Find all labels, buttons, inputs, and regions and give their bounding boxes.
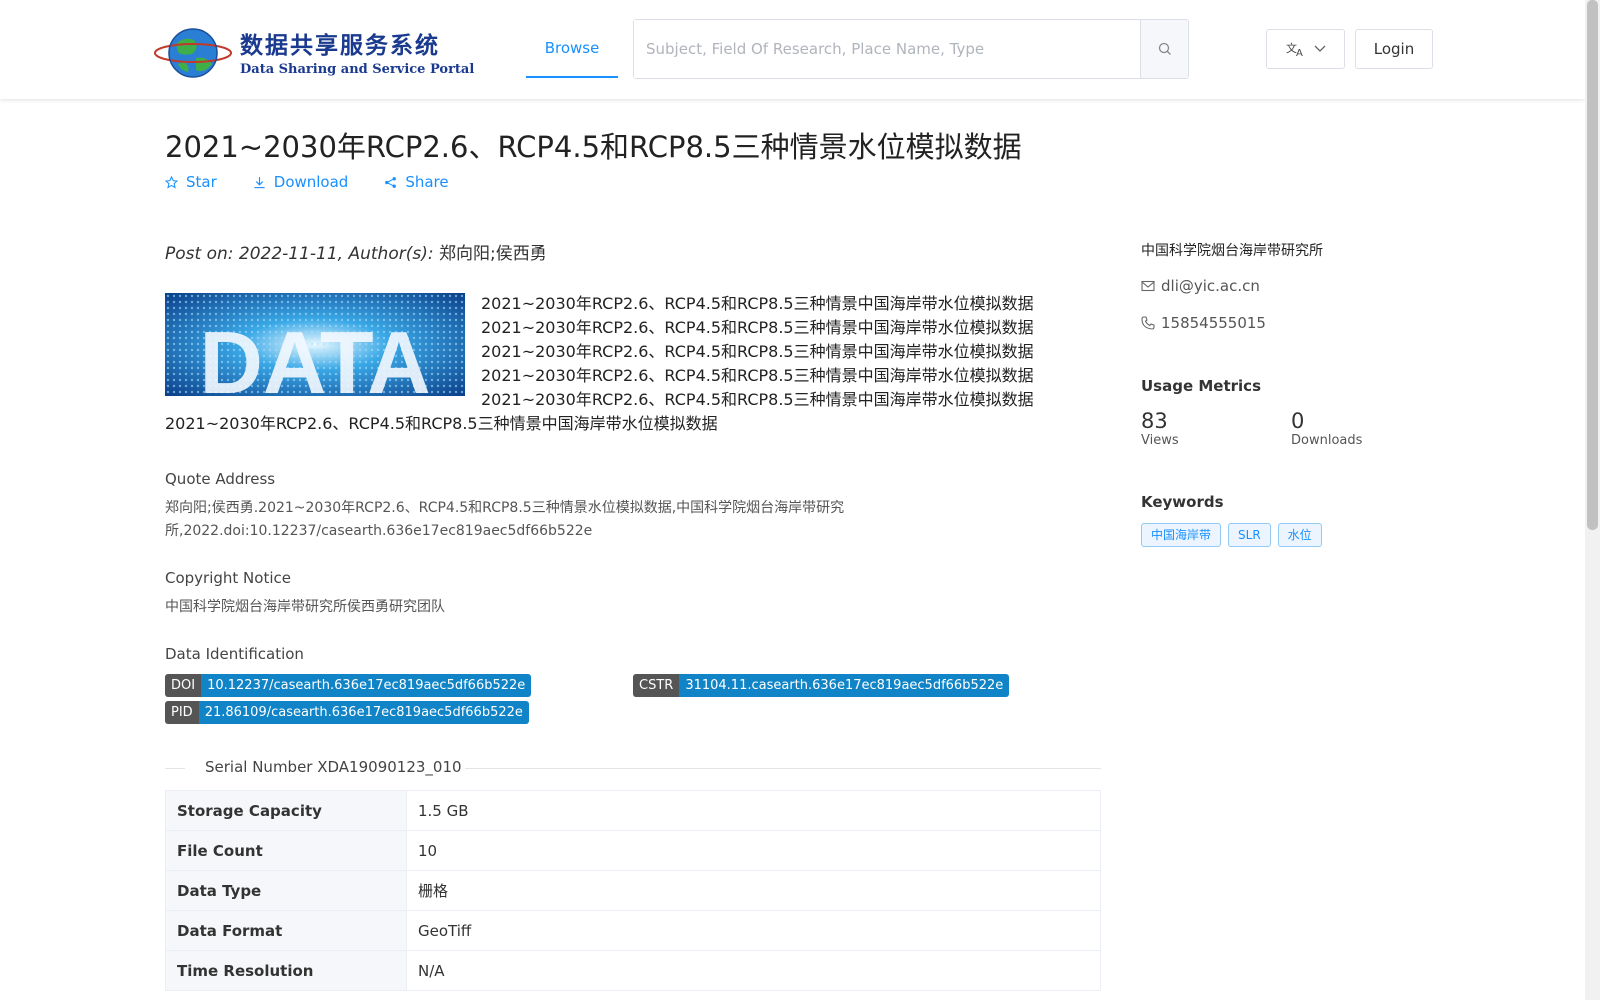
keywords-title: Keywords — [1141, 493, 1224, 511]
search-icon — [1158, 42, 1171, 55]
post-date: Post on: 2022-11-11, Author(s): — [165, 244, 439, 264]
dataset-actions: Star Download Share — [165, 173, 449, 191]
star-label: Star — [186, 173, 217, 191]
copyright-text: 中国科学院烟台海岸带研究所侯西勇研究团队 — [165, 599, 445, 615]
nav-browse-tab[interactable]: Browse — [526, 0, 618, 78]
sidebar: 中国科学院烟台海岸带研究所 dli@yic.ac.cn 15854555015 … — [1141, 240, 1441, 547]
top-header: 数据共享服务系统 Data Sharing and Service Portal… — [0, 0, 1585, 99]
search-button[interactable] — [1140, 20, 1188, 78]
quote-address-label: Quote Address — [165, 470, 276, 488]
spec-value: 1.5 GB — [406, 790, 1101, 831]
search-input[interactable] — [634, 20, 1140, 78]
doi-key: DOI — [165, 674, 202, 697]
serial-number: Serial Number XDA19090123_010 — [205, 758, 462, 776]
keyword-list: 中国海岸带 SLR 水位 — [1141, 523, 1441, 547]
page-title: 2021~2030年RCP2.6、RCP4.5和RCP8.5三种情景水位模拟数据 — [165, 130, 1022, 164]
login-button[interactable]: Login — [1355, 29, 1433, 69]
phone-icon — [1141, 316, 1155, 330]
author-names: 郑向阳;侯西勇 — [438, 244, 547, 264]
views-label: Views — [1141, 433, 1179, 448]
serial-divider: Serial Number XDA19090123_010 — [165, 758, 1101, 778]
pid-key: PID — [165, 701, 199, 724]
pid-tag[interactable]: PID 21.86109/casearth.636e17ec819aec5df6… — [165, 701, 529, 724]
spec-key: Data Format — [165, 910, 407, 951]
mail-icon — [1141, 280, 1155, 292]
chevron-down-icon — [1314, 45, 1325, 52]
cstr-value: 31104.11.casearth.636e17ec819aec5df66b52… — [679, 674, 1010, 697]
language-switch-button[interactable]: 文 A — [1266, 29, 1345, 69]
keyword-tag[interactable]: 中国海岸带 — [1141, 523, 1222, 547]
doi-value: 10.12237/casearth.636e17ec819aec5df66b52… — [201, 674, 532, 697]
logo-title-cn: 数据共享服务系统 — [240, 31, 440, 59]
logo-title-en: Data Sharing and Service Portal — [240, 61, 475, 77]
downloads-count: 0 — [1291, 409, 1305, 433]
spec-value: 10 — [406, 830, 1101, 871]
translate-icon: 文 A — [1286, 41, 1303, 58]
globe-logo-icon — [154, 28, 232, 78]
usage-metrics: 83 Views 0 Downloads — [1141, 409, 1441, 448]
pid-value: 21.86109/casearth.636e17ec819aec5df66b52… — [198, 701, 529, 724]
download-label: Download — [273, 173, 349, 191]
contact-email[interactable]: dli@yic.ac.cn — [1141, 277, 1441, 295]
download-button[interactable]: Download — [253, 173, 349, 191]
post-info: Post on: 2022-11-11, Author(s): 郑向阳;侯西勇 — [165, 239, 547, 264]
thumbnail-data-text: DATA — [199, 313, 430, 396]
organization-name: 中国科学院烟台海岸带研究所 — [1141, 243, 1323, 259]
table-row: Data Type 栅格 — [165, 870, 1101, 911]
divider-line-left — [165, 768, 185, 769]
scrollbar-thumb[interactable] — [1587, 0, 1598, 530]
quote-address-text: 郑向阳;侯西勇.2021~2030年RCP2.6、RCP4.5和RCP8.5三种… — [165, 500, 845, 539]
spec-value: N/A — [406, 950, 1101, 991]
downloads-label: Downloads — [1291, 433, 1363, 448]
table-row: Time Resolution N/A — [165, 950, 1101, 991]
spec-value: 栅格 — [406, 870, 1101, 911]
site-logo[interactable]: 数据共享服务系统 Data Sharing and Service Portal — [154, 22, 474, 80]
star-button[interactable]: Star — [165, 173, 217, 191]
contact-phone: 15854555015 — [1141, 314, 1441, 332]
email-text: dli@yic.ac.cn — [1161, 277, 1260, 295]
keyword-tag[interactable]: SLR — [1228, 523, 1271, 547]
svg-text:A: A — [1296, 48, 1303, 58]
cstr-tag[interactable]: CSTR 31104.11.casearth.636e17ec819aec5df… — [633, 674, 1010, 697]
spec-key: Storage Capacity — [165, 790, 407, 831]
table-row: Storage Capacity 1.5 GB — [165, 790, 1101, 831]
spec-key: Time Resolution — [165, 950, 407, 991]
specs-table: Storage Capacity 1.5 GB File Count 10 Da… — [165, 790, 1101, 991]
share-label: Share — [405, 173, 449, 191]
dataset-description: DATA 2021~2030年RCP2.6、RCP4.5和RCP8.5三种情景中… — [165, 292, 1045, 436]
spec-value: GeoTiff — [406, 910, 1101, 951]
star-icon — [165, 175, 178, 189]
spec-key: Data Type — [165, 870, 407, 911]
share-button[interactable]: Share — [384, 173, 449, 191]
page-scrollbar[interactable] — [1585, 0, 1600, 1000]
usage-metrics-title: Usage Metrics — [1141, 377, 1261, 395]
spec-key: File Count — [165, 830, 407, 871]
table-row: Data Format GeoTiff — [165, 910, 1101, 951]
views-metric: 83 Views — [1141, 409, 1291, 448]
keyword-tag[interactable]: 水位 — [1277, 523, 1322, 547]
copyright-label: Copyright Notice — [165, 569, 291, 587]
phone-text: 15854555015 — [1161, 314, 1266, 332]
cstr-key: CSTR — [633, 674, 680, 697]
share-icon — [385, 176, 397, 188]
downloads-metric: 0 Downloads — [1291, 409, 1362, 448]
views-count: 83 — [1141, 409, 1168, 433]
table-row: File Count 10 — [165, 830, 1101, 871]
search-bar — [633, 19, 1189, 79]
download-icon — [254, 176, 265, 188]
dataset-thumbnail: DATA — [165, 293, 465, 396]
data-identification-label: Data Identification — [165, 645, 304, 663]
doi-tag[interactable]: DOI 10.12237/casearth.636e17ec819aec5df6… — [165, 674, 532, 697]
divider-line-right — [465, 768, 1101, 769]
